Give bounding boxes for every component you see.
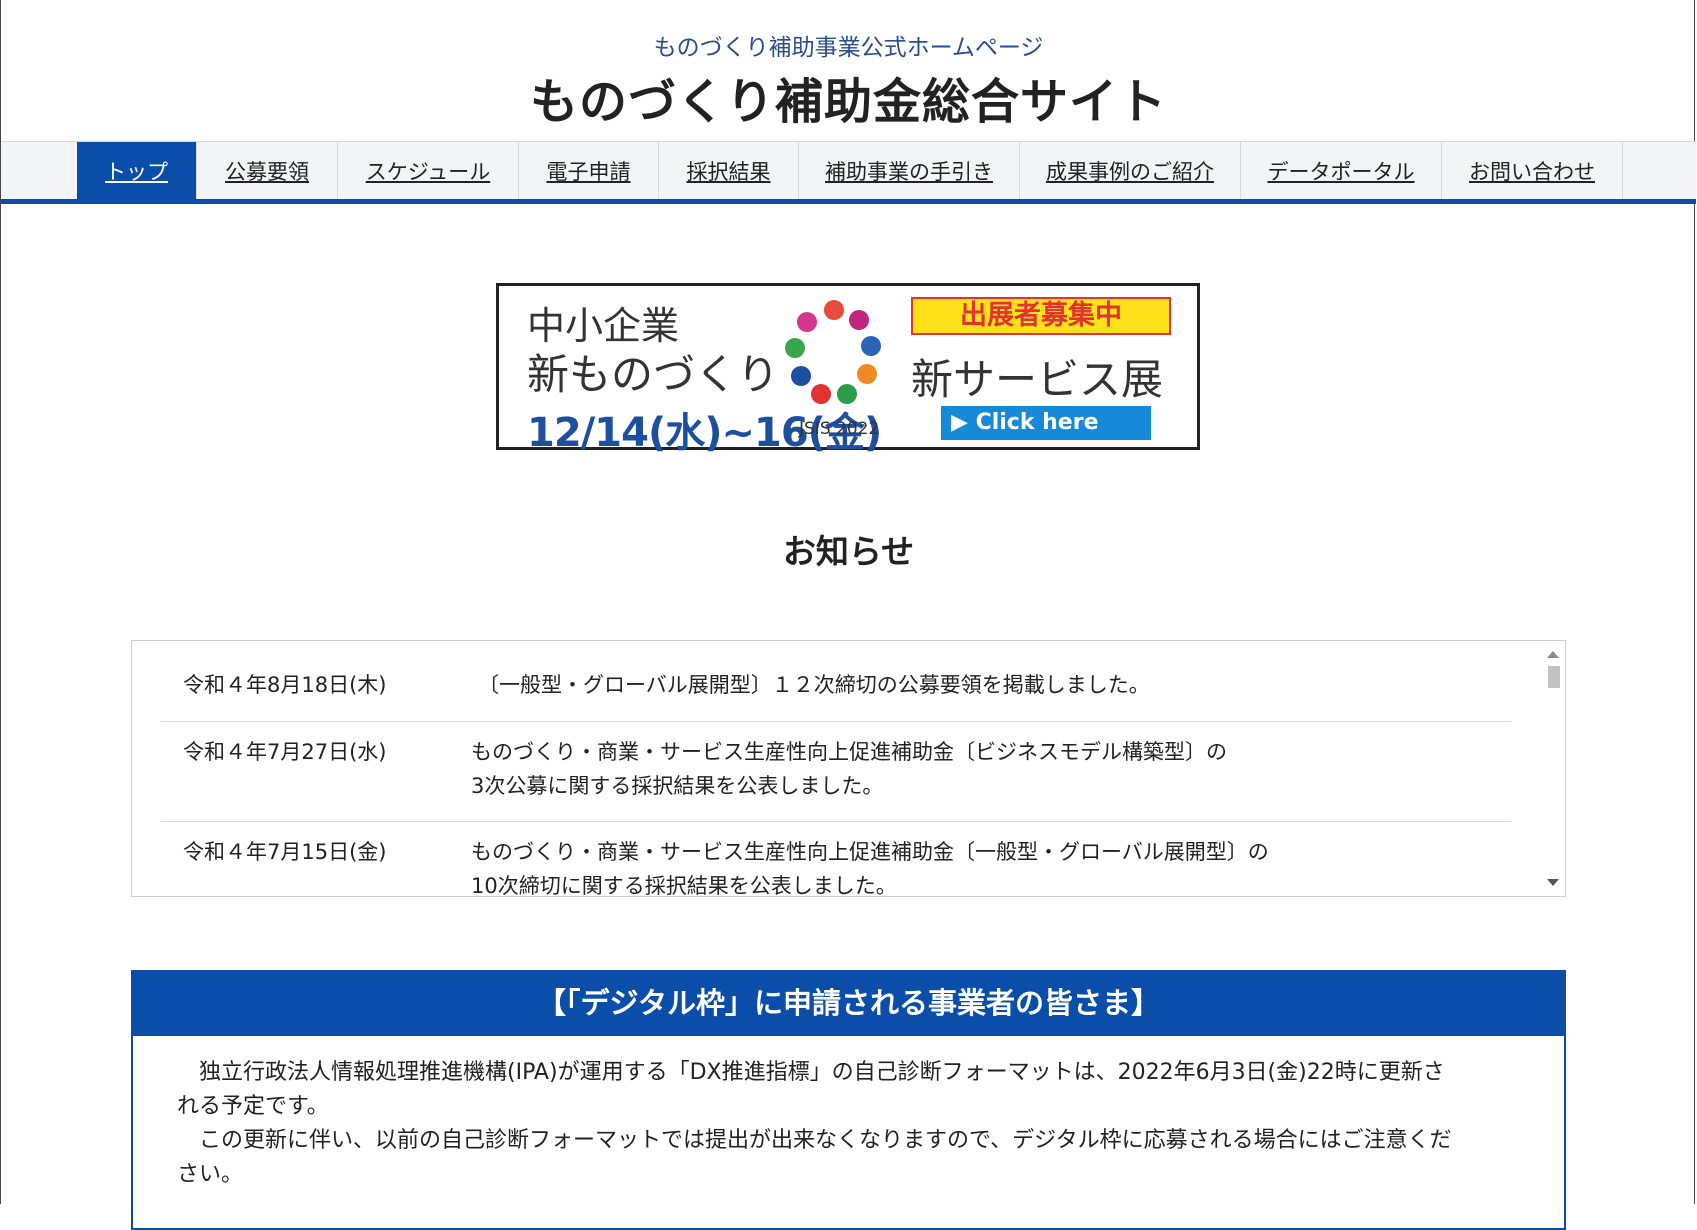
news-scrollbar[interactable] xyxy=(1543,641,1565,896)
digital-paragraph-2a: この更新に伴い、以前の自己診断フォーマットでは提出が出来なくなりますので、デジタ… xyxy=(177,1128,1452,1153)
scroll-thumb[interactable] xyxy=(1548,666,1560,688)
site-subtitle[interactable]: ものづくり補助事業公式ホームページ xyxy=(0,28,1697,62)
notice-title: お知らせ xyxy=(782,532,915,571)
news-text[interactable]: ものづくり・商業・サービス生産性向上促進補助金〔ビジネスモデル構築型〕の xyxy=(471,735,1227,769)
list-item[interactable]: 令和４年7月15日(金) ものづくり・商業・サービス生産性向上促進補助金〔一般型… xyxy=(161,821,1511,896)
digital-notice-box: 【「デジタル枠」に申請される事業者の皆さま】 独立行政法人情報処理推進機構(IP… xyxy=(131,970,1566,1230)
banner-expo-title: 新サービス展 xyxy=(911,355,1164,404)
nav-item-case-studies[interactable]: 成果事例のご紹介 xyxy=(1020,142,1241,199)
news-text[interactable]: ものづくり・商業・サービス生産性向上促進補助金〔一般型・グローバル展開型〕の xyxy=(471,835,1269,869)
digital-paragraph-1b: れる予定です。 xyxy=(177,1094,329,1119)
news-date: 令和４年8月18日(木) xyxy=(183,673,387,697)
banner-left-text: 中小企業 新ものづくり xyxy=(527,304,779,402)
digital-notice-heading: 【「デジタル枠」に申請される事業者の皆さま】 xyxy=(133,972,1564,1036)
nav-item-guidelines[interactable]: 公募要領 xyxy=(197,142,338,199)
list-item[interactable]: 令和４年7月27日(水) ものづくり・商業・サービス生産性向上促進補助金〔ビジネ… xyxy=(161,721,1511,822)
news-date: 令和４年7月15日(金) xyxy=(183,840,387,864)
news-list[interactable]: 令和４年8月18日(木) 〔一般型・グローバル展開型〕１２次締切の公募要領を掲載… xyxy=(131,640,1566,897)
digital-paragraph-2b: さい。 xyxy=(177,1162,244,1187)
news-text[interactable]: 〔一般型・グローバル展開型〕１２次締切の公募要領を掲載しました。 xyxy=(478,668,1150,702)
nav-item-results[interactable]: 採択結果 xyxy=(659,142,799,199)
digital-paragraph-1a: 独立行政法人情報処理推進機構(IPA)が運用する「DX推進指標」の自己診断フォー… xyxy=(177,1060,1445,1085)
news-text-line2[interactable]: 10次締切に関する採択結果を公表しました。 xyxy=(471,869,897,896)
site-title[interactable]: ものづくり補助金総合サイト xyxy=(0,62,1697,132)
banner-line2: 新ものづくり xyxy=(527,350,780,399)
banner-line1: 中小企業 xyxy=(527,304,680,348)
list-item[interactable]: 令和４年8月18日(木) 〔一般型・グローバル展開型〕１２次締切の公募要領を掲載… xyxy=(161,665,1511,722)
banner-logo: JSIS 2022 xyxy=(799,419,880,439)
scroll-up-icon[interactable] xyxy=(1547,651,1559,658)
nav-item-top[interactable]: トップ xyxy=(77,142,197,199)
nav-item-handbook[interactable]: 補助事業の手引き xyxy=(799,142,1020,199)
expo-banner[interactable]: 中小企業 新ものづくり 12/14(水)~16(金) JSIS 2022 出展者… xyxy=(496,283,1200,456)
site-header: ものづくり補助事業公式ホームページ ものづくり補助金総合サイト xyxy=(0,0,1697,141)
banner-recruit-badge: 出展者募集中 xyxy=(911,297,1171,335)
digital-notice-body: 独立行政法人情報処理推進機構(IPA)が運用する「DX推進指標」の自己診断フォー… xyxy=(133,1056,1564,1192)
nav-item-schedule[interactable]: スケジュール xyxy=(338,142,519,199)
news-date: 令和４年7月27日(水) xyxy=(183,740,387,764)
news-text-line2[interactable]: 3次公募に関する採択結果を公表しました。 xyxy=(471,769,883,803)
nav-underline xyxy=(1,199,1696,204)
nav-item-e-application[interactable]: 電子申請 xyxy=(519,142,659,199)
scroll-down-icon[interactable] xyxy=(1547,879,1559,886)
nav-item-data-portal[interactable]: データポータル xyxy=(1241,142,1442,199)
banner-click-button[interactable]: ▶ Click here xyxy=(941,406,1151,440)
nav-item-contact[interactable]: お問い合わせ xyxy=(1442,142,1623,199)
global-nav: トップ 公募要領 スケジュール 電子申請 採択結果 補助事業の手引き 成果事例の… xyxy=(1,141,1696,204)
gears-logo-icon xyxy=(785,300,881,404)
